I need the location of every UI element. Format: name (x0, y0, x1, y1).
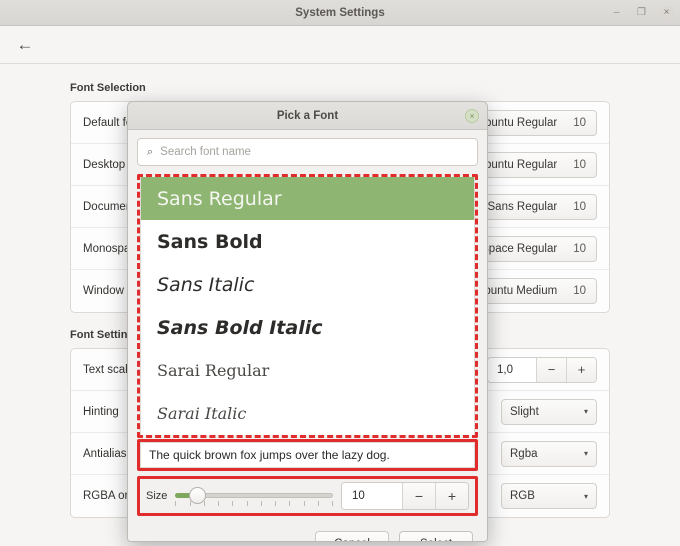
close-icon[interactable]: × (659, 5, 674, 21)
font-item-label: Sarai Regular (157, 361, 270, 380)
font-size: 10 (573, 116, 586, 129)
minus-icon[interactable]: − (402, 483, 435, 509)
font-item-label: Sans Bold (157, 230, 263, 253)
text-scaling-stepper[interactable]: 1,0 − + (487, 356, 597, 383)
font-name: Ubuntu Medium (476, 285, 558, 297)
font-name: Ubuntu Regular (476, 158, 558, 171)
hinting-dropdown[interactable]: Slight ▾ (501, 398, 597, 425)
pick-a-font-dialog: Pick a Font × ⌕ Search font name Sans Re… (127, 101, 488, 542)
size-label: Size (146, 490, 168, 502)
font-size: 10 (573, 158, 586, 171)
system-settings-window: System Settings – ❐ × ← Font Selection D… (0, 0, 680, 546)
search-placeholder: Search font name (160, 146, 251, 158)
window-title: System Settings (295, 6, 385, 19)
plus-icon[interactable]: + (435, 483, 468, 509)
dialog-footer: Cancel Select (128, 522, 487, 541)
section-title-font-selection: Font Selection (70, 82, 146, 94)
back-arrow-icon[interactable]: ← (12, 32, 38, 58)
minimize-icon[interactable]: – (609, 6, 624, 21)
window-controls: – ❐ × (609, 0, 674, 26)
header-bar: ← (0, 26, 680, 64)
font-item-label: Sarai Italic (157, 404, 247, 423)
text-scaling-value[interactable]: 1,0 (488, 357, 536, 382)
window-titlebar: System Settings – ❐ × (0, 0, 680, 26)
font-name: Ubuntu Regular (476, 116, 558, 129)
rgba-order-dropdown[interactable]: RGB ▾ (501, 483, 597, 509)
font-list[interactable]: Sans Regular Sans Bold Sans Italic Sans … (140, 177, 475, 435)
list-item[interactable]: Sarai Italic (141, 392, 474, 435)
list-item[interactable]: Sans Bold (141, 220, 474, 263)
list-item[interactable]: Sans Bold Italic (141, 306, 474, 349)
list-item[interactable]: Sarai Regular (141, 349, 474, 392)
font-item-label: Sans Italic (157, 273, 255, 296)
size-stepper[interactable]: 10 − + (341, 482, 469, 510)
list-item[interactable]: Sans Italic (141, 263, 474, 306)
chevron-down-icon: ▾ (583, 449, 588, 458)
row-label: Hinting (83, 405, 119, 418)
size-row: Size 10 − + (140, 479, 475, 513)
chevron-down-icon: ▾ (583, 491, 588, 501)
font-item-label: Sans Bold Italic (157, 316, 323, 339)
select-button[interactable]: Select (399, 530, 473, 541)
font-size: 10 (573, 242, 586, 255)
search-input[interactable]: ⌕ Search font name (137, 138, 478, 166)
font-size: 10 (573, 200, 586, 213)
preview-annotation: The quick brown fox jumps over the lazy … (137, 439, 478, 471)
cancel-button[interactable]: Cancel (315, 530, 389, 541)
font-name: Sans Regular (487, 200, 558, 213)
dialog-title: Pick a Font (276, 109, 339, 122)
dialog-body: ⌕ Search font name Sans Regular Sans Bol… (128, 130, 487, 522)
size-value[interactable]: 10 (342, 483, 402, 509)
preview-text-field[interactable]: The quick brown fox jumps over the lazy … (140, 442, 475, 468)
maximize-icon[interactable]: ❐ (634, 6, 649, 21)
size-slider[interactable] (175, 486, 333, 506)
plus-icon[interactable]: + (566, 357, 596, 382)
font-list-annotation: Sans Regular Sans Bold Sans Italic Sans … (137, 174, 478, 438)
search-icon: ⌕ (147, 145, 154, 158)
list-item[interactable]: Sans Regular (141, 177, 474, 220)
minus-icon[interactable]: − (536, 357, 566, 382)
chevron-down-icon: ▾ (583, 407, 588, 416)
dialog-header: Pick a Font × (128, 102, 487, 130)
antialiasing-value: Rgba (510, 447, 538, 460)
antialiasing-dropdown[interactable]: Rgba ▾ (501, 440, 597, 467)
rgba-order-value: RGB (510, 490, 535, 502)
font-size: 10 (573, 285, 586, 297)
font-picker-button[interactable]: Sans Regular 10 (476, 193, 597, 220)
hinting-value: Slight (510, 405, 539, 418)
font-item-label: Sans Regular (157, 187, 282, 210)
preview-text: The quick brown fox jumps over the lazy … (149, 448, 390, 462)
size-annotation: Size 10 − + (137, 476, 478, 516)
row-value: Sans Regular 10 (476, 193, 597, 220)
dialog-close-icon[interactable]: × (465, 109, 479, 123)
